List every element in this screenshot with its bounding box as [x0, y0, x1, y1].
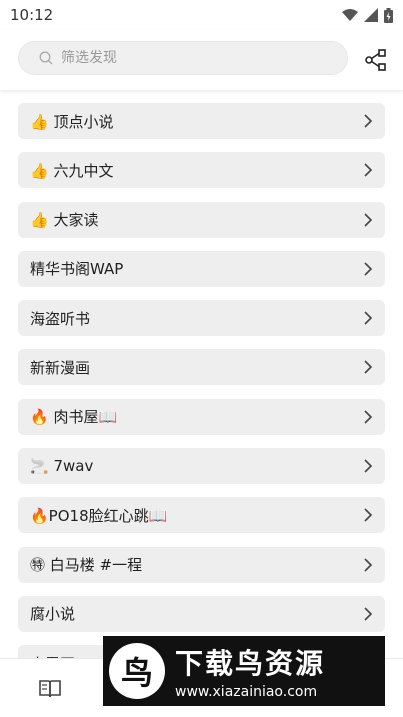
chevron-right-icon [364, 558, 373, 572]
source-item[interactable]: 腐小说 [18, 595, 385, 632]
chevron-right-icon [364, 508, 373, 522]
search-icon [39, 51, 53, 65]
source-list: 👍 顶点小说 👍 六九中文 👍 大家读精华书阁WAP 海盗听书新新漫画 🔥 肉书屋📖 🚬 … [18, 103, 385, 695]
wifi-icon [342, 9, 358, 21]
book-icon[interactable] [38, 679, 62, 699]
source-item[interactable]: 海盗听书 [18, 300, 385, 337]
chevron-right-icon [364, 459, 373, 473]
search-input[interactable] [59, 49, 313, 67]
source-item-label: 海盗听书 [30, 309, 91, 328]
status-icons [342, 7, 393, 23]
source-item-label: ㊕ 白马楼 #一程 [30, 556, 143, 575]
source-item[interactable]: 🔥 肉书屋📖 [18, 398, 385, 435]
battery-icon [384, 7, 393, 23]
source-item-label: 精华书阁WAP [30, 260, 124, 279]
source-item-label: 🚬 7wav [30, 457, 94, 476]
share-icon[interactable] [364, 48, 388, 72]
status-time: 10:12 [10, 6, 54, 24]
source-item-label: 腐小说 [30, 605, 76, 624]
chevron-right-icon [364, 410, 373, 424]
source-item[interactable]: 新新漫画 [18, 349, 385, 386]
source-item[interactable]: ㊕ 白马楼 #一程 [18, 546, 385, 583]
watermark: 鸟 下载鸟资源 www.xiazainiao.com [103, 636, 385, 706]
source-item[interactable]: 👍 大家读 [18, 201, 385, 238]
source-item-label: 新新漫画 [30, 358, 91, 377]
status-bar: 10:12 [0, 0, 403, 30]
header [0, 30, 403, 90]
source-item-label: 🔥 肉书屋📖 [30, 408, 118, 427]
source-item-label: 🔥PO18脸红心跳📖 [30, 506, 168, 525]
source-item[interactable]: 👍 顶点小说 [18, 103, 385, 139]
chevron-right-icon [364, 163, 373, 177]
source-item-label: 👍 六九中文 [30, 161, 114, 180]
source-item[interactable]: 🚬 7wav [18, 448, 385, 485]
watermark-text: 下载鸟资源 www.xiazainiao.com [175, 642, 325, 700]
watermark-title: 下载鸟资源 [175, 647, 326, 680]
watermark-url: www.xiazainiao.com [175, 684, 318, 700]
source-item[interactable]: 👍 六九中文 [18, 152, 385, 189]
chevron-right-icon [364, 114, 373, 128]
source-item-label: 👍 大家读 [30, 211, 99, 230]
chevron-right-icon [364, 213, 373, 227]
chevron-right-icon [364, 311, 373, 325]
chevron-right-icon [364, 607, 373, 621]
source-item[interactable]: 🔥PO18脸红心跳📖 [18, 497, 385, 534]
search-box[interactable] [18, 41, 348, 75]
chevron-right-icon [364, 360, 373, 375]
source-item-label: 👍 顶点小说 [30, 112, 114, 131]
chevron-right-icon [364, 262, 373, 276]
watermark-logo: 鸟 [109, 643, 165, 699]
source-item[interactable]: 精华书阁WAP [18, 250, 385, 287]
signal-icon [364, 8, 378, 22]
